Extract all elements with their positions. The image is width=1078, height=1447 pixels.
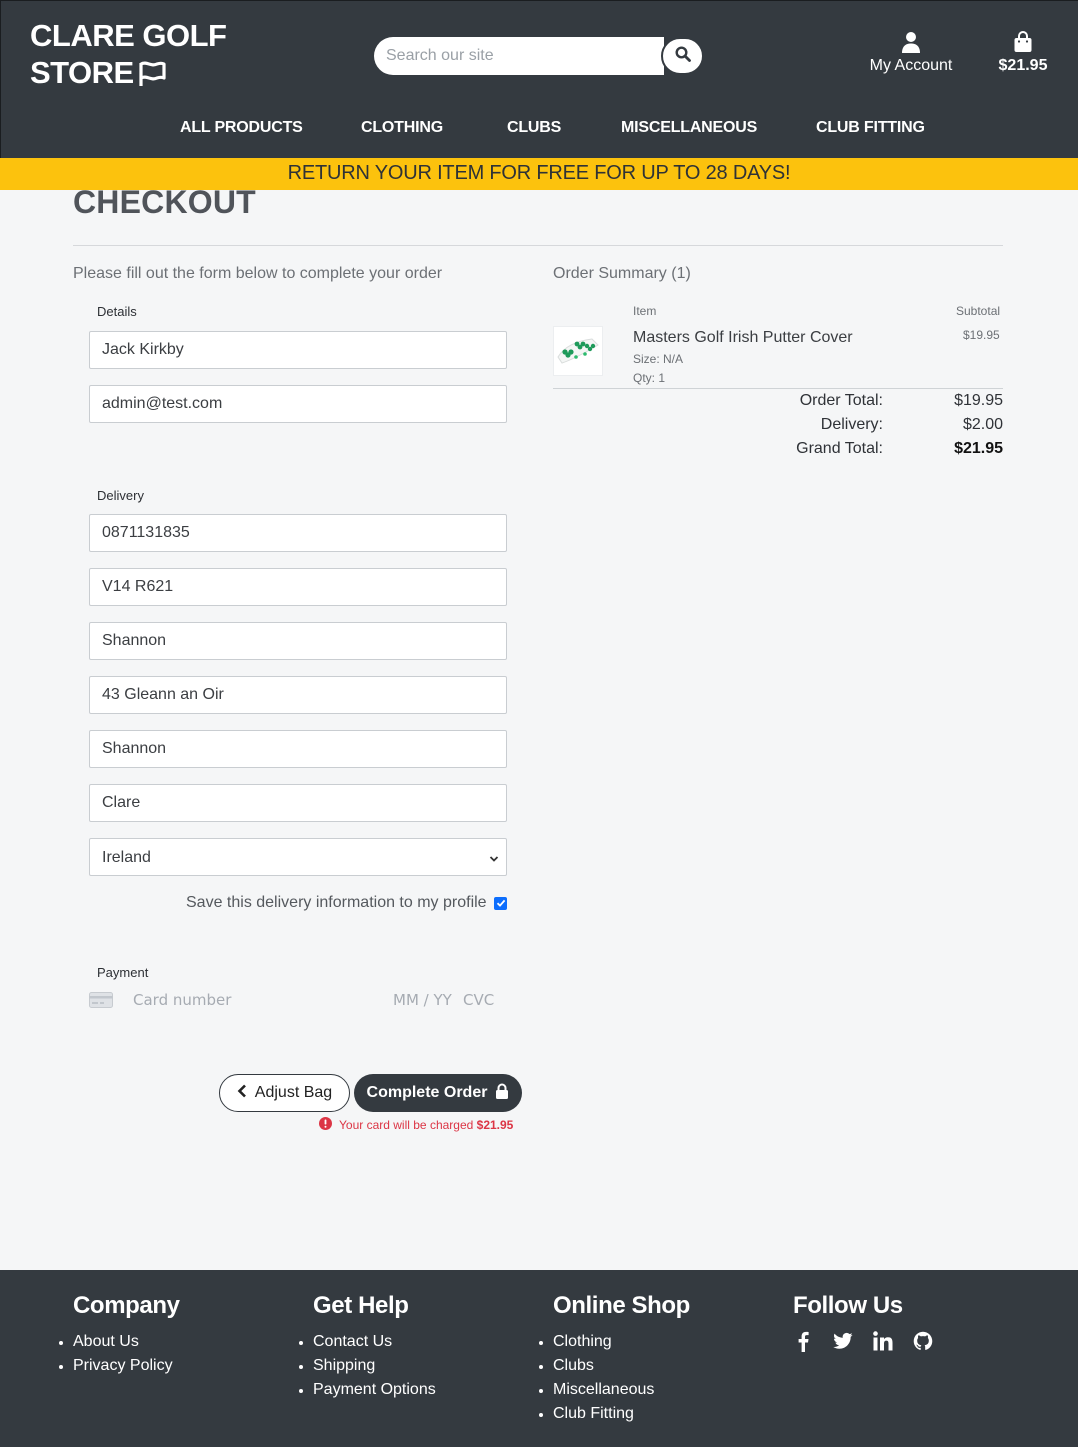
credit-card-icon: [89, 992, 113, 1013]
complete-order-label: Complete Order: [366, 1084, 488, 1101]
postcode-field[interactable]: [89, 568, 507, 606]
adjust-bag-label: Adjust Bag: [254, 1084, 333, 1101]
charge-text: Your card will be charged: [339, 1118, 474, 1132]
user-icon: [863, 31, 959, 55]
phone-field[interactable]: [89, 514, 507, 552]
footer-shop: Online Shop Clothing Clubs Miscellaneous…: [539, 1292, 690, 1426]
footer-help-title: Get Help: [313, 1292, 409, 1319]
grand-total-value: $21.95: [954, 440, 1003, 457]
product-size: Size: N/A: [633, 352, 684, 366]
payment-label: Payment: [97, 965, 149, 980]
full-name-field[interactable]: [89, 331, 507, 369]
facebook-icon[interactable]: [793, 1330, 813, 1352]
details-label: Details: [97, 304, 137, 319]
store-logo[interactable]: CLARE GOLF STORE: [30, 17, 227, 95]
my-account-label: My Account: [869, 57, 953, 74]
card-expiry-input[interactable]: MM / YY: [393, 991, 452, 1009]
summary-divider: [553, 388, 1003, 389]
email-field[interactable]: [89, 385, 507, 423]
complete-order-button[interactable]: Complete Order: [354, 1074, 522, 1112]
shopping-bag-link[interactable]: $21.95: [991, 31, 1055, 75]
nav-clubs[interactable]: CLUBS: [507, 119, 561, 137]
product-name: Masters Golf Irish Putter Cover: [633, 329, 853, 346]
linkedin-icon[interactable]: [873, 1330, 893, 1352]
save-info-label: Save this delivery information to my pro…: [186, 894, 487, 911]
twitter-icon[interactable]: [833, 1330, 853, 1352]
save-info-checkbox[interactable]: [494, 897, 507, 910]
summary-col-item: Item: [633, 304, 657, 318]
delivery-label: Delivery: [97, 488, 144, 503]
footer-link-club-fitting[interactable]: Club Fitting: [539, 1402, 690, 1426]
card-number-input[interactable]: Card number: [133, 991, 231, 1009]
footer-link-about-us[interactable]: About Us: [59, 1330, 180, 1354]
shopping-bag-icon: [991, 31, 1055, 55]
main-nav: ALL PRODUCTS CLOTHING CLUBS MISCELLANEOU…: [1, 119, 1078, 143]
footer-link-clubs[interactable]: Clubs: [539, 1354, 690, 1378]
charge-notice: Your card will be charged $21.95: [319, 1117, 513, 1133]
card-cvc-input[interactable]: CVC: [463, 991, 494, 1009]
street-address-1-field[interactable]: [89, 676, 507, 714]
product-subtotal: $19.95: [963, 328, 1000, 342]
search-bar: [374, 37, 704, 75]
footer-link-miscellaneous[interactable]: Miscellaneous: [539, 1378, 690, 1402]
footer-follow: Follow Us: [793, 1292, 933, 1352]
checkmark-icon: [496, 895, 506, 913]
nav-all-products[interactable]: ALL PRODUCTS: [180, 119, 303, 137]
search-icon: [674, 45, 691, 67]
my-account-link[interactable]: My Account: [863, 31, 959, 75]
order-total-label: Order Total:: [799, 392, 883, 409]
search-input[interactable]: [374, 37, 664, 75]
exclamation-circle-icon: [319, 1117, 332, 1133]
github-icon[interactable]: [913, 1330, 933, 1352]
footer-follow-title: Follow Us: [793, 1292, 903, 1319]
delivery-cost-label: Delivery:: [820, 416, 883, 433]
summary-col-subtotal: Subtotal: [956, 304, 1001, 318]
lock-icon: [495, 1083, 509, 1104]
footer-company-title: Company: [73, 1292, 180, 1319]
page-title: CHECKOUT: [73, 184, 256, 220]
country-select[interactable]: Ireland: [89, 838, 507, 876]
footer-help: Get Help Contact Us Shipping Payment Opt…: [299, 1292, 436, 1402]
site-header: CLARE GOLF STORE My Account $21.95 ALL P…: [0, 0, 1078, 158]
chevron-left-icon: [237, 1084, 247, 1103]
footer-link-payment-options[interactable]: Payment Options: [299, 1378, 436, 1402]
footer-link-clothing[interactable]: Clothing: [539, 1330, 690, 1354]
footer-shop-title: Online Shop: [553, 1292, 690, 1319]
footer-company: Company About Us Privacy Policy: [59, 1292, 180, 1378]
street-address-2-field[interactable]: [89, 730, 507, 768]
footer-link-contact-us[interactable]: Contact Us: [299, 1330, 436, 1354]
county-field[interactable]: [89, 784, 507, 822]
search-button[interactable]: [661, 37, 704, 75]
flag-icon: [138, 58, 166, 95]
product-thumbnail[interactable]: [553, 326, 603, 376]
order-summary-title: Order Summary (1): [553, 265, 691, 282]
order-total-value: $19.95: [954, 392, 1003, 409]
site-footer: Company About Us Privacy Policy Get Help…: [0, 1270, 1078, 1447]
logo-line-1: CLARE GOLF: [30, 18, 227, 53]
title-divider: [73, 245, 1003, 246]
form-intro: Please fill out the form below to comple…: [73, 265, 443, 282]
logo-line-2: STORE: [30, 55, 134, 90]
bag-total: $21.95: [998, 57, 1048, 74]
nav-club-fitting[interactable]: CLUB FITTING: [816, 119, 925, 137]
footer-link-shipping[interactable]: Shipping: [299, 1354, 436, 1378]
adjust-bag-button[interactable]: Adjust Bag: [219, 1074, 350, 1112]
town-field[interactable]: [89, 622, 507, 660]
product-qty: Qty: 1: [633, 371, 666, 385]
grand-total-label: Grand Total:: [796, 440, 883, 457]
delivery-cost-value: $2.00: [962, 416, 1003, 433]
footer-link-privacy-policy[interactable]: Privacy Policy: [59, 1354, 180, 1378]
charge-amount: $21.95: [476, 1118, 514, 1132]
nav-miscellaneous[interactable]: MISCELLANEOUS: [621, 119, 757, 137]
nav-clothing[interactable]: CLOTHING: [361, 119, 443, 137]
